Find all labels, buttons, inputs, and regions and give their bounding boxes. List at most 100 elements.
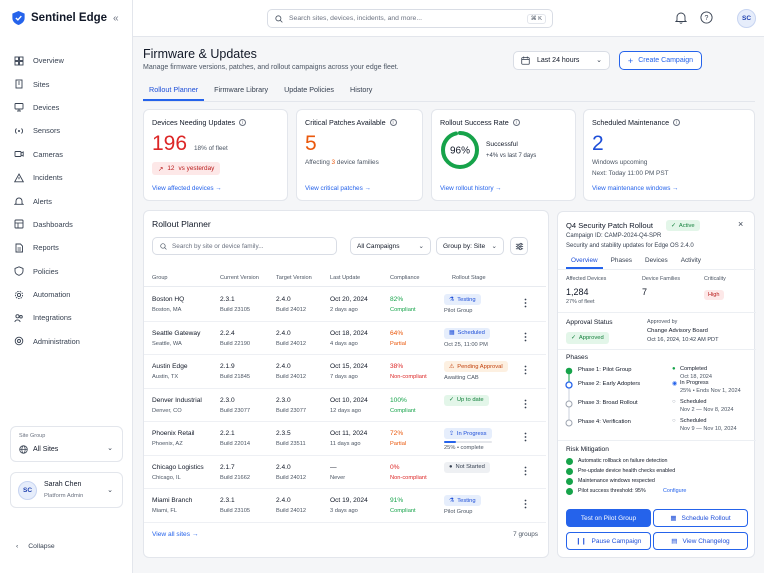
planner-search-input[interactable] (172, 242, 332, 250)
planner-search[interactable] (152, 237, 337, 255)
configure-link[interactable]: Configure (663, 488, 686, 494)
table-row[interactable]: Chicago Logistics Chicago, IL 2.1.7 Build 2… (144, 456, 546, 489)
table-row[interactable]: Miami Branch Miami, FL 2.3.1 Build 23105 2.4… (144, 489, 546, 523)
collapse-sidebar-icon[interactable]: « (113, 13, 119, 24)
info-icon[interactable]: i (512, 119, 520, 126)
check-circle-icon (566, 478, 573, 485)
more-icon[interactable] (524, 466, 527, 476)
view-rollout-history-link[interactable]: View rollout history → (440, 185, 502, 192)
campaign-filter-select[interactable]: All Campaigns ⌄ (350, 237, 431, 255)
compliance-label: Partial (390, 340, 407, 347)
test-on-pilot-button[interactable]: Test on Pilot Group (566, 509, 651, 527)
bell-icon[interactable] (675, 11, 687, 24)
info-icon[interactable]: i (239, 119, 247, 126)
btn-label: Schedule Rollout (681, 514, 731, 522)
campaign-id: Campaign ID: CAMP-2024-Q4-SPR (566, 233, 662, 239)
stage-badge: ⚗ Testing (444, 495, 481, 506)
affected-devices-label: Affected Devices (566, 276, 607, 282)
link-label: View critical patches (305, 185, 363, 192)
more-icon[interactable] (524, 432, 527, 442)
view-changelog-button[interactable]: ▤ View Changelog (653, 532, 748, 550)
user-card[interactable]: SC Sarah Chen Platform Admin ⌄ (10, 472, 123, 508)
col-last-update: Last Update (330, 275, 361, 281)
compliance-percent: 82% (390, 296, 404, 303)
pause-campaign-button[interactable]: ❙❙ Pause Campaign (566, 532, 651, 550)
sidebar-item-policies[interactable]: Policies (0, 260, 133, 283)
approved-by: Change Advisory Board (647, 328, 708, 334)
view-affected-devices-link[interactable]: View affected devices → (152, 185, 222, 192)
more-icon[interactable] (524, 298, 527, 308)
view-all-sites-link[interactable]: View all sites → (152, 531, 198, 538)
tab-update-policies[interactable]: Update Policies (278, 80, 340, 101)
avatar[interactable]: SC (737, 9, 756, 28)
sidebar-item-overview[interactable]: Overview (0, 49, 133, 72)
sidebar-item-sensors[interactable]: Sensors (0, 119, 133, 142)
group-by-select[interactable]: Group by: Site ⌄ (436, 237, 504, 255)
sidebar-item-label: Automation (33, 290, 71, 300)
sidebar-item-sites[interactable]: Sites (0, 72, 133, 95)
table-row[interactable]: Denver Industrial Denver, CO 2.3.0 Build 23… (144, 389, 546, 422)
more-icon[interactable] (524, 499, 527, 509)
sidebar-item-automation[interactable]: Automation (0, 283, 133, 306)
more-icon[interactable] (524, 399, 527, 409)
sidebar-item-dashboards[interactable]: Dashboards (0, 213, 133, 236)
sidebar-item-alerts[interactable]: Alerts (0, 189, 133, 212)
create-campaign-button[interactable]: + Create Campaign (619, 51, 702, 70)
last-update-ago: 12 days ago (330, 407, 361, 414)
more-icon[interactable] (524, 365, 527, 375)
current-version: 2.3.1 (220, 497, 235, 504)
sidebar-item-reports[interactable]: Reports (0, 236, 133, 259)
brand[interactable]: Sentinel Edge (12, 11, 107, 25)
sidebar-item-incidents[interactable]: Incidents (0, 166, 133, 189)
tab-firmware-library[interactable]: Firmware Library (208, 80, 274, 101)
target-version: 2.4.0 (276, 329, 291, 337)
global-search[interactable]: ⌘ K (267, 9, 553, 28)
more-icon[interactable] (524, 332, 527, 342)
compliance-percent: 72% (390, 430, 404, 437)
phase-name: Phase 4: Verification (578, 419, 631, 425)
site-group-select[interactable]: Site Group All Sites ⌄ (10, 426, 123, 462)
detail-tab-phases[interactable]: Phases (606, 255, 637, 269)
search-input[interactable] (289, 15, 519, 22)
close-icon[interactable]: × (738, 219, 743, 229)
detail-tab-overview[interactable]: Overview (566, 255, 603, 269)
detail-tab-activity[interactable]: Activity (676, 255, 706, 269)
desc-post: device families (336, 159, 379, 166)
tab-history[interactable]: History (344, 80, 378, 101)
col-group: Group (152, 275, 168, 281)
info-icon[interactable]: i (673, 119, 681, 126)
detail-tab-devices[interactable]: Devices (640, 255, 673, 269)
info-icon[interactable]: i (389, 119, 397, 126)
table-row[interactable]: Austin Edge Austin, TX 2.1.9 Build 21845 2.4… (144, 355, 546, 389)
last-update-ago: 4 days ago (330, 340, 358, 347)
pause-icon: ❙❙ (575, 538, 587, 545)
tab-rollout-planner[interactable]: Rollout Planner (143, 80, 205, 101)
sidebar-item-cameras[interactable]: Cameras (0, 143, 133, 166)
user-role: Platform Admin (44, 493, 84, 499)
collapse-button[interactable]: ‹ Collapse (16, 543, 55, 550)
schedule-rollout-button[interactable]: ▦ Schedule Rollout (653, 509, 748, 527)
group-count: 7 groups (513, 531, 538, 538)
kpi-title: Devices Needing Updates (152, 118, 236, 127)
link-label: View rollout history (440, 185, 494, 192)
help-icon[interactable]: ? (700, 11, 713, 24)
current-version: 2.3.1 (220, 296, 235, 303)
btn-label: Test on Pilot Group (580, 514, 637, 522)
table-row[interactable]: Boston HQ Boston, MA 2.3.1 Build 23105 2.4.0… (144, 288, 546, 322)
success-status: Successful (486, 141, 518, 148)
view-maintenance-windows-link[interactable]: View maintenance windows → (592, 185, 679, 192)
table-row[interactable]: Phoenix Retail Phoenix, AZ 2.2.1 Build 2201… (144, 422, 546, 456)
sidebar-item-devices[interactable]: Devices (0, 96, 133, 119)
filter-settings-button[interactable] (510, 237, 528, 255)
sidebar-item-integrations[interactable]: Integrations (0, 306, 133, 329)
link-label: View affected devices (152, 185, 214, 192)
table-row[interactable]: Seattle Gateway Seattle, WA 2.2.4 Build 221… (144, 322, 546, 355)
view-critical-patches-link[interactable]: View critical patches → (305, 185, 371, 192)
site-location: Boston, MA (152, 307, 182, 313)
time-range-select[interactable]: Last 24 hours ⌄ (513, 51, 610, 70)
rollout-planner-panel: Rollout Planner All Campaigns ⌄ Group by:… (143, 210, 549, 558)
site-name: Austin Edge (152, 363, 188, 370)
target-build: Build 23511 (276, 441, 306, 447)
last-update-date: Oct 15, 2024 (330, 363, 368, 370)
sidebar-item-administration[interactable]: Administration (0, 330, 133, 353)
